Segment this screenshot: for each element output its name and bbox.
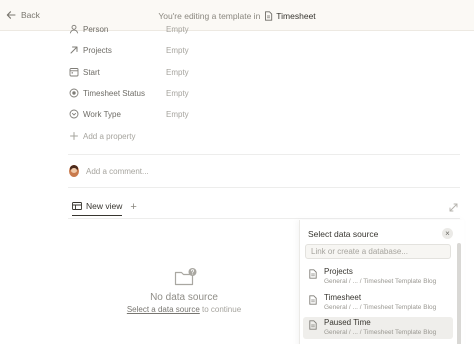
property-name: Person bbox=[83, 24, 109, 34]
status-icon bbox=[69, 88, 79, 98]
empty-state-suffix: to continue bbox=[202, 305, 242, 314]
property-value[interactable]: Empty bbox=[166, 25, 189, 34]
avatar bbox=[69, 165, 79, 177]
property-timesheet-status[interactable]: Timesheet Status Empty bbox=[69, 85, 299, 101]
data-source-item-projects[interactable]: Projects General / ... / Timesheet Templ… bbox=[303, 266, 453, 288]
empty-state-title: No data source bbox=[150, 292, 218, 303]
tab-label: New view bbox=[86, 201, 123, 211]
page-icon bbox=[309, 295, 317, 305]
divider bbox=[68, 187, 460, 188]
property-start[interactable]: Start Empty bbox=[69, 64, 299, 80]
calendar-icon bbox=[69, 67, 79, 77]
property-projects[interactable]: Projects Empty bbox=[69, 42, 299, 58]
page-icon bbox=[309, 320, 317, 330]
property-person[interactable]: Person Empty bbox=[69, 21, 299, 37]
view-tabs: New view + bbox=[72, 201, 137, 216]
table-icon bbox=[72, 202, 82, 210]
data-source-name: Projects bbox=[324, 267, 353, 276]
property-name: Projects bbox=[83, 45, 112, 55]
data-source-path: General / ... / Timesheet Template Blog bbox=[324, 304, 437, 311]
property-value[interactable]: Empty bbox=[166, 46, 189, 55]
template-banner-message: You're editing a template in Timesheet bbox=[0, 11, 474, 21]
data-source-name: Paused Time bbox=[324, 318, 371, 327]
tab-divider bbox=[68, 218, 460, 219]
property-name: Work Type bbox=[83, 109, 121, 119]
add-property-button[interactable]: Add a property bbox=[69, 128, 299, 144]
template-name: Timesheet bbox=[276, 11, 316, 21]
page-icon bbox=[309, 269, 317, 279]
data-source-item-paused-time[interactable]: Paused Time General / ... / Timesheet Te… bbox=[303, 317, 453, 339]
property-value[interactable]: Empty bbox=[166, 89, 189, 98]
data-source-name: Timesheet bbox=[324, 293, 362, 302]
property-work-type[interactable]: Work Type Empty bbox=[69, 106, 299, 122]
relation-arrow-icon bbox=[69, 45, 79, 55]
close-icon[interactable]: × bbox=[442, 228, 453, 239]
template-link[interactable]: Timesheet bbox=[264, 11, 316, 21]
banner-text: You're editing a template in bbox=[158, 11, 261, 21]
panel-title: Select data source bbox=[308, 229, 379, 239]
data-source-item-timesheet[interactable]: Timesheet General / ... / Timesheet Temp… bbox=[303, 292, 453, 314]
comment-row[interactable]: Add a comment... bbox=[69, 165, 149, 177]
property-name: Timesheet Status bbox=[83, 88, 145, 98]
property-value[interactable]: Empty bbox=[166, 68, 189, 77]
comment-input[interactable]: Add a comment... bbox=[86, 167, 149, 176]
property-name: Start bbox=[83, 67, 100, 77]
page-icon bbox=[265, 11, 273, 21]
add-view-button[interactable]: + bbox=[130, 201, 136, 212]
data-source-path: General / ... / Timesheet Template Blog bbox=[324, 278, 437, 285]
empty-state-subtitle: Select a data source to continue bbox=[120, 305, 248, 314]
tab-new-view[interactable]: New view bbox=[72, 201, 123, 216]
person-icon bbox=[69, 24, 79, 34]
divider bbox=[68, 154, 460, 155]
data-source-path: General / ... / Timesheet Template Blog bbox=[324, 329, 437, 336]
add-property-label: Add a property bbox=[83, 131, 136, 141]
property-value[interactable]: Empty bbox=[166, 110, 189, 119]
scrollbar[interactable] bbox=[457, 243, 461, 344]
plus-icon bbox=[69, 131, 79, 141]
select-data-source-link[interactable]: Select a data source bbox=[127, 305, 200, 314]
expand-icon[interactable] bbox=[449, 203, 458, 212]
folder-question-icon bbox=[174, 268, 197, 286]
data-source-panel: Select data source × Projects General / … bbox=[299, 220, 464, 344]
database-search-input[interactable] bbox=[305, 244, 451, 259]
select-icon bbox=[69, 109, 79, 119]
